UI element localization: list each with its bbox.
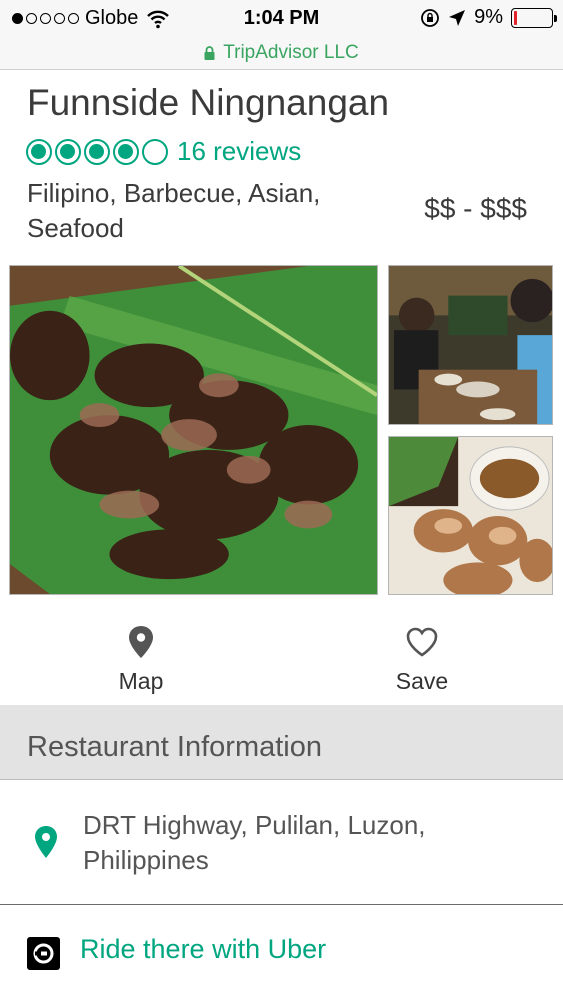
rotation-lock-icon [421,8,439,27]
save-button[interactable]: Save [342,624,502,695]
restaurant-name: Funnside Ningnangan [27,82,390,123]
address-text: DRT Highway, Pulilan, Luzon, Philippines [83,810,426,875]
address-row[interactable]: DRT Highway, Pulilan, Luzon, Philippines [0,781,563,905]
rating-bubble [84,138,110,165]
map-label: Map [118,668,164,694]
restaurant-information-header: Restaurant Information [0,705,563,780]
section-title: Restaurant Information [27,731,322,763]
heart-icon [406,627,438,657]
battery-icon [511,7,557,28]
photo-roast-meat[interactable] [388,436,553,595]
url-bar[interactable]: TripAdvisor LLC [0,36,563,70]
uber-row[interactable]: Ride there with Uber [0,906,563,1000]
uber-link[interactable]: Ride there with Uber [80,934,326,965]
rating-bubble [113,138,139,165]
location-pin-icon [35,826,57,858]
cuisine-list: Filipino, Barbecue, Asian, Seafood [27,178,321,243]
save-label: Save [395,668,449,694]
photo-grilled-pork[interactable] [9,265,378,595]
status-bar: Globe 1:04 PM 9% [0,0,563,36]
location-arrow-icon [449,9,466,26]
site-name: TripAdvisor LLC [223,41,359,63]
rating-row[interactable]: 16 reviews [26,136,301,167]
photo-diners[interactable] [388,265,553,425]
map-button[interactable]: Map [61,624,221,695]
battery-level [514,10,518,25]
rating-bubble [26,138,52,165]
map-pin-icon [129,626,153,658]
price-range: $$ - $$$ [424,193,527,224]
battery-percent: 9% [474,6,503,28]
rating-bubble [142,138,168,165]
uber-icon [27,937,60,970]
rating-bubble [55,138,81,165]
lock-icon [204,45,215,60]
reviews-link[interactable]: 16 reviews [177,136,301,167]
rating-bubbles [26,138,168,165]
